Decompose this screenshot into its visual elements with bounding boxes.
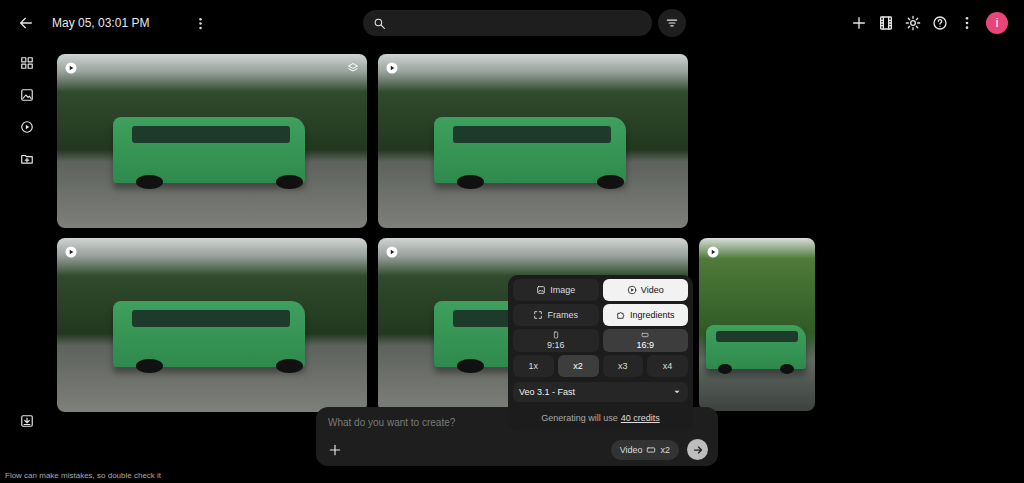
input-row: Frames Ingredients <box>513 304 688 326</box>
count-row: 1x x2 x3 x4 <box>513 355 688 377</box>
ratio-row: 9:16 16:9 <box>513 329 688 352</box>
count-label: x3 <box>618 361 628 371</box>
toolbar-actions: i <box>851 12 1024 34</box>
ratio-option[interactable]: 16:9 <box>603 329 689 352</box>
prompt-input[interactable] <box>328 417 528 428</box>
download-box-icon[interactable] <box>20 414 34 428</box>
chip-mode: Video <box>620 445 643 455</box>
prompt-actions: Video x2 <box>328 433 708 460</box>
input-option[interactable]: Frames <box>513 304 599 326</box>
portrait-icon <box>552 331 560 339</box>
gear-icon[interactable] <box>905 15 921 31</box>
input-option[interactable]: Ingredients <box>603 304 689 326</box>
model-dropdown[interactable]: Veo 3.1 - Fast <box>513 382 688 402</box>
play-circle-icon[interactable] <box>20 120 34 134</box>
ratio-option[interactable]: 9:16 <box>513 329 599 352</box>
ratio-label: 16:9 <box>636 340 654 350</box>
video-thumbnail <box>706 325 806 370</box>
input-label: Ingredients <box>630 310 675 320</box>
plus-icon[interactable] <box>328 443 342 457</box>
user-avatar[interactable]: i <box>986 12 1008 34</box>
cost-text: Generating will use <box>541 413 618 423</box>
play-icon[interactable] <box>707 246 719 258</box>
title-group: May 05, 03:01 PM <box>0 15 363 31</box>
image-icon <box>536 285 546 295</box>
grid-icon[interactable] <box>20 56 34 70</box>
settings-popup: Image Video Frames Ingredients 9:16 16:9 1x x2 x… <box>508 275 693 431</box>
count-option[interactable]: x2 <box>558 355 599 377</box>
chevron-down-icon <box>672 387 682 397</box>
plus-icon[interactable] <box>851 15 867 31</box>
disclaimer: Flow can make mistakes, so double check … <box>0 469 1024 483</box>
landscape-icon <box>641 331 649 339</box>
back-arrow-icon[interactable] <box>18 15 34 31</box>
search-icon <box>373 17 386 30</box>
layers-icon <box>347 62 359 74</box>
film-icon[interactable] <box>878 15 894 31</box>
credits-link[interactable]: 40 credits <box>621 413 660 423</box>
video-card[interactable] <box>378 54 688 228</box>
frames-icon <box>533 310 543 320</box>
video-thumbnail <box>113 301 305 367</box>
mode-option[interactable]: Video <box>603 279 689 301</box>
folder-plus-icon[interactable] <box>20 152 34 166</box>
settings-chip[interactable]: Video x2 <box>611 440 679 460</box>
mode-label: Image <box>550 285 575 295</box>
play-icon[interactable] <box>65 62 77 74</box>
model-name: Veo 3.1 - Fast <box>519 387 575 397</box>
count-label: x2 <box>573 361 583 371</box>
ingredients-icon <box>616 310 626 320</box>
image-icon[interactable] <box>20 88 34 102</box>
play-circle-icon <box>627 285 637 295</box>
count-option[interactable]: 1x <box>513 355 554 377</box>
count-label: x4 <box>663 361 673 371</box>
mode-option[interactable]: Image <box>513 279 599 301</box>
ratio-label: 9:16 <box>547 340 565 350</box>
search-field[interactable] <box>363 10 652 36</box>
top-bar: May 05, 03:01 PM i <box>0 0 1024 46</box>
mode-row: Image Video <box>513 279 688 301</box>
play-icon[interactable] <box>386 246 398 258</box>
video-thumbnail <box>434 117 626 183</box>
count-label: 1x <box>529 361 539 371</box>
input-label: Frames <box>547 310 578 320</box>
video-card[interactable] <box>699 238 815 411</box>
more-vertical-icon[interactable] <box>193 16 208 31</box>
play-icon[interactable] <box>65 246 77 258</box>
count-option[interactable]: x3 <box>603 355 644 377</box>
send-button[interactable] <box>687 439 708 460</box>
count-option[interactable]: x4 <box>647 355 688 377</box>
video-thumbnail <box>113 117 305 183</box>
project-title[interactable]: May 05, 03:01 PM <box>52 16 149 30</box>
sidebar <box>0 46 54 469</box>
help-icon[interactable] <box>932 15 948 31</box>
arrow-right-icon <box>692 444 704 456</box>
video-card[interactable] <box>57 238 367 412</box>
chip-count: x2 <box>660 445 670 455</box>
filter-icon <box>665 16 679 30</box>
video-card[interactable] <box>57 54 367 228</box>
filter-button[interactable] <box>658 9 686 37</box>
aspect-ratio-icon <box>646 445 656 455</box>
credit-cost: Generating will use40 credits <box>513 405 688 425</box>
more-vertical-icon[interactable] <box>959 15 975 31</box>
play-icon[interactable] <box>386 62 398 74</box>
mode-label: Video <box>641 285 664 295</box>
